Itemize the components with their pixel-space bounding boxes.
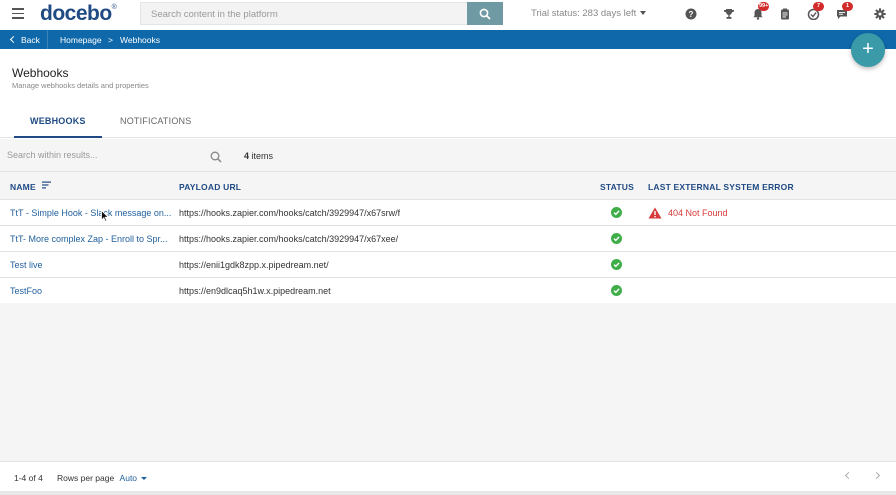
trial-days: 283 days left xyxy=(582,8,637,19)
payload-url: https://hooks.zapier.com/hooks/catch/392… xyxy=(179,234,399,244)
warning-icon xyxy=(648,207,662,219)
webhooks-table: NAME PAYLOAD URL STATUS LAST EXTERNAL SY… xyxy=(0,172,896,304)
next-page-button[interactable] xyxy=(872,471,882,481)
messages-badge: 1 xyxy=(842,2,853,11)
notifications-bell-icon[interactable]: 99+ xyxy=(751,2,770,21)
chevron-right-icon xyxy=(872,471,881,480)
back-label: Back xyxy=(21,34,40,45)
hamburger-menu-icon[interactable] xyxy=(12,8,24,19)
courses-icon[interactable]: 7 xyxy=(806,2,824,21)
chevron-left-icon xyxy=(9,35,18,44)
trial-label: Trial status: xyxy=(531,8,580,19)
webhook-name-link[interactable]: TtT - Simple Hook - Slack message on... xyxy=(10,208,174,218)
status-ok-icon xyxy=(611,259,622,272)
logo-text: docebo xyxy=(40,2,112,25)
search-button[interactable] xyxy=(467,2,503,25)
filter-bar: Search within results... 4 items xyxy=(0,139,896,172)
previous-page-button[interactable] xyxy=(844,471,854,481)
courses-badge: 7 xyxy=(813,2,824,11)
table-row[interactable]: TtT- More complex Zap - Enroll to Spr...… xyxy=(0,226,896,252)
items-count-suffix: items xyxy=(251,151,274,161)
webhook-name-link[interactable]: TtT- More complex Zap - Enroll to Spr... xyxy=(10,234,174,244)
table-row[interactable]: TestFoo https://en9dlcaq5h1w.x.pipedream… xyxy=(0,278,896,304)
help-icon[interactable]: ? xyxy=(684,7,698,21)
webhook-name-link[interactable]: Test live xyxy=(10,260,174,270)
payload-url: https://enii1gdk8zpp.x.pipedream.net/ xyxy=(179,260,329,270)
chevron-down-icon xyxy=(640,11,647,16)
top-bar: docebo® Search content in the platform T… xyxy=(0,0,896,29)
breadcrumb-separator: > xyxy=(108,35,113,45)
rows-per-page: Rows per page Auto xyxy=(57,473,148,483)
column-header-payload-url: PAYLOAD URL xyxy=(179,182,242,192)
page-subtitle: Manage webhooks details and properties xyxy=(12,81,149,90)
last-error: 404 Not Found xyxy=(648,207,728,219)
webhook-name-link[interactable]: TestFoo xyxy=(10,286,174,296)
global-search-input[interactable]: Search content in the platform xyxy=(140,2,467,25)
pagination-footer: 1-4 of 4 Rows per page Auto xyxy=(0,461,896,491)
search-icon[interactable] xyxy=(210,150,222,168)
logo[interactable]: docebo® xyxy=(40,2,117,26)
trial-status[interactable]: Trial status: 283 days left xyxy=(531,8,647,19)
items-count-number: 4 xyxy=(244,151,250,161)
status-ok-icon xyxy=(611,285,622,298)
chat-icon[interactable]: 1 xyxy=(835,2,853,21)
gear-icon[interactable] xyxy=(873,7,887,21)
search-within-results-input[interactable]: Search within results... xyxy=(7,150,197,160)
trophy-icon[interactable] xyxy=(722,7,736,21)
tab-bar: WEBHOOKS NOTIFICATIONS xyxy=(0,107,896,138)
breadcrumb: Back Homepage > Webhooks xyxy=(0,30,896,49)
status-ok-icon xyxy=(611,207,622,220)
empty-area xyxy=(0,303,896,461)
clipboard-icon[interactable] xyxy=(778,7,792,21)
payload-url: https://hooks.zapier.com/hooks/catch/392… xyxy=(179,208,401,218)
svg-text:?: ? xyxy=(689,10,694,19)
bottom-strip xyxy=(0,491,896,495)
back-button[interactable]: Back xyxy=(0,30,48,49)
items-count: 4 items xyxy=(244,151,273,161)
mouse-cursor-icon xyxy=(101,210,109,222)
table-row[interactable]: TtT - Simple Hook - Slack message on... … xyxy=(0,200,896,226)
breadcrumb-homepage-link[interactable]: Homepage xyxy=(60,35,102,45)
rows-per-page-select[interactable]: Auto xyxy=(120,473,138,483)
last-error-text: 404 Not Found xyxy=(668,208,728,218)
pagination-range: 1-4 of 4 xyxy=(14,473,43,483)
search-icon xyxy=(479,8,491,20)
notifications-badge: 99+ xyxy=(758,2,770,11)
column-header-last-error: LAST EXTERNAL SYSTEM ERROR xyxy=(648,182,794,192)
rows-per-page-label: Rows per page xyxy=(57,473,115,483)
column-header-name[interactable]: NAME xyxy=(10,182,36,192)
tab-webhooks[interactable]: WEBHOOKS xyxy=(30,116,86,126)
breadcrumb-current: Webhooks xyxy=(120,35,161,45)
sort-icon[interactable] xyxy=(42,181,52,191)
column-header-status: STATUS xyxy=(600,182,634,192)
payload-url: https://en9dlcaq5h1w.x.pipedream.net xyxy=(179,286,331,296)
page-title: Webhooks xyxy=(12,66,69,80)
table-row[interactable]: Test live https://enii1gdk8zpp.x.pipedre… xyxy=(0,252,896,278)
add-webhook-button[interactable]: + xyxy=(851,33,885,67)
table-header: NAME PAYLOAD URL STATUS LAST EXTERNAL SY… xyxy=(0,172,896,200)
active-tab-indicator xyxy=(14,136,102,138)
tab-notifications[interactable]: NOTIFICATIONS xyxy=(120,116,191,126)
chevron-down-icon[interactable] xyxy=(141,477,148,481)
status-ok-icon xyxy=(611,233,622,246)
chevron-left-icon xyxy=(844,471,853,480)
